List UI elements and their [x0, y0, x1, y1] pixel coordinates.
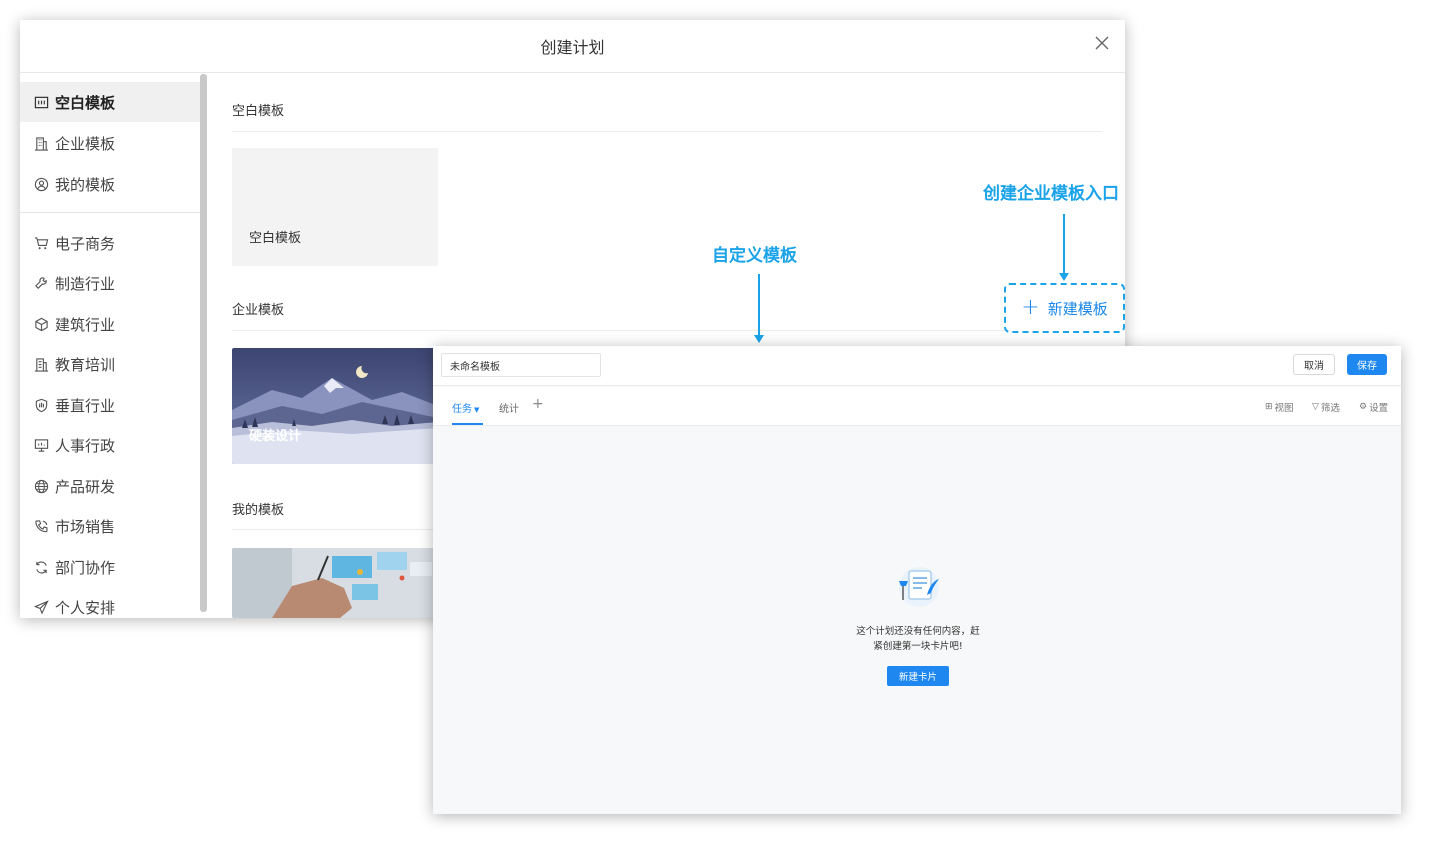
enterprise-template-card[interactable]: 硬装设计 [232, 348, 438, 464]
template-name-input[interactable] [441, 353, 601, 377]
phone-icon [33, 518, 49, 534]
send-icon [33, 599, 49, 615]
new-template-label: 新建模板 [1047, 299, 1108, 318]
shield-icon [33, 397, 49, 413]
sidebar-item-ecommerce[interactable]: 电子商务 [20, 223, 200, 263]
sidebar-item-label: 垂直行业 [55, 396, 116, 415]
arrow-head-icon [754, 335, 764, 343]
filter-button[interactable]: ▽ 筛选 [1312, 400, 1340, 414]
annotation-enterprise-entry: 创建企业模板入口 [983, 184, 1119, 204]
my-template-card[interactable] [232, 548, 438, 618]
dialog-header: 创建计划 [20, 20, 1125, 73]
sidebar-item-manufacturing[interactable]: 制造行业 [20, 263, 200, 303]
add-tab-button[interactable]: + [532, 396, 544, 412]
tool-label: 设置 [1369, 403, 1389, 414]
caret-down-icon: ▼ [474, 406, 480, 414]
empty-state-text: 这个计划还没有任何内容，赶 紧创建第一块卡片吧! [813, 624, 1023, 654]
sidebar-item-collaboration[interactable]: 部门协作 [20, 547, 200, 587]
view-button[interactable]: ⊞ 视图 [1265, 400, 1294, 414]
dialog-title: 创建计划 [540, 38, 605, 57]
empty-document-icon [899, 567, 939, 607]
cart-icon [33, 235, 49, 251]
new-card-button[interactable]: 新建卡片 [887, 666, 949, 686]
gear-icon: ⚙ [1359, 402, 1368, 412]
sidebar-item-hr-admin[interactable]: 人事行政 [20, 425, 200, 465]
annotation-arrow [1063, 214, 1065, 274]
tool-label: 筛选 [1320, 403, 1340, 414]
sidebar-item-construction[interactable]: 建筑行业 [20, 304, 200, 344]
blank-template-icon [33, 94, 49, 110]
active-tab-underline [452, 423, 483, 425]
sidebar-item-my-template[interactable]: 我的模板 [20, 164, 200, 204]
new-template-button[interactable]: + 新建模板 [1004, 283, 1125, 333]
sidebar-divider [20, 212, 200, 213]
globe-icon [33, 478, 49, 494]
tab-label: 任务 [452, 404, 472, 415]
user-circle-icon [33, 176, 49, 192]
plus-icon: + [1021, 295, 1040, 320]
sidebar-item-label: 制造行业 [55, 274, 116, 293]
template-sidebar: 空白模板 企业模板 我的模板 电子商务 制造行业 建筑行业 教育培训 垂直行业 … [20, 74, 200, 618]
whiteboard-photo-image [232, 548, 438, 618]
sidebar-item-label: 个人安排 [55, 598, 116, 617]
grid-icon: ⊞ [1265, 402, 1273, 412]
close-icon[interactable] [1093, 34, 1111, 52]
settings-button[interactable]: ⚙ 设置 [1359, 400, 1388, 414]
sidebar-item-label: 建筑行业 [55, 315, 116, 334]
sidebar-item-education[interactable]: 教育培训 [20, 344, 200, 384]
monitor-icon [33, 437, 49, 453]
card-label: 空白模板 [249, 231, 302, 246]
sidebar-item-vertical[interactable]: 垂直行业 [20, 385, 200, 425]
sidebar-item-enterprise-template[interactable]: 企业模板 [20, 123, 200, 163]
mountain-landscape-image [232, 348, 438, 464]
section-divider [232, 330, 1102, 331]
empty-state-line: 这个计划还没有任何内容，赶 [856, 626, 980, 637]
school-icon [33, 356, 49, 372]
filter-icon: ▽ [1312, 402, 1319, 412]
sidebar-item-label: 市场销售 [55, 517, 116, 536]
save-button[interactable]: 保存 [1347, 354, 1387, 375]
cancel-button[interactable]: 取消 [1293, 354, 1335, 375]
tab-stats[interactable]: 统计 [499, 400, 519, 415]
editor-topbar: 取消 保存 [433, 346, 1401, 386]
sidebar-item-label: 空白模板 [55, 93, 116, 112]
tab-task[interactable]: 任务 ▼ [452, 400, 479, 415]
annotation-custom-template: 自定义模板 [712, 246, 797, 266]
section-title-blank: 空白模板 [232, 104, 285, 119]
sidebar-item-personal[interactable]: 个人安排 [20, 587, 200, 618]
card-label: 硬装设计 [249, 429, 302, 444]
wrench-icon [33, 275, 49, 291]
sidebar-item-label: 企业模板 [55, 134, 116, 153]
sidebar-item-marketing[interactable]: 市场销售 [20, 506, 200, 546]
blank-template-card[interactable]: 空白模板 [232, 148, 438, 266]
sidebar-item-label: 我的模板 [55, 175, 116, 194]
sidebar-item-label: 人事行政 [55, 436, 116, 455]
sidebar-item-label: 电子商务 [55, 234, 116, 253]
empty-state-line: 紧创建第一块卡片吧! [873, 641, 963, 652]
building-icon [33, 135, 49, 151]
annotation-arrow [758, 274, 760, 336]
template-editor-window: 取消 保存 任务▼ 统计 + ⊞视图 ▽筛选 ⚙设置 这个计划还没有任何内容，赶… [433, 346, 1401, 814]
editor-tabs: 任务 ▼ 统计 + ⊞ 视图 ▽ 筛选 ⚙ 设置 [433, 387, 1401, 426]
sidebar-item-rnd[interactable]: 产品研发 [20, 466, 200, 506]
section-title-mine: 我的模板 [232, 503, 285, 518]
tool-label: 视图 [1274, 403, 1294, 414]
cube-icon [33, 316, 49, 332]
sidebar-item-blank-template[interactable]: 空白模板 [20, 82, 200, 122]
section-divider [232, 131, 1102, 132]
sidebar-item-label: 产品研发 [55, 477, 116, 496]
arrow-head-icon [1059, 273, 1069, 281]
sidebar-scrollbar[interactable] [200, 74, 207, 612]
refresh-icon [33, 559, 49, 575]
sidebar-item-label: 教育培训 [55, 355, 116, 374]
sidebar-item-label: 部门协作 [55, 558, 116, 577]
section-title-enterprise: 企业模板 [232, 303, 285, 318]
